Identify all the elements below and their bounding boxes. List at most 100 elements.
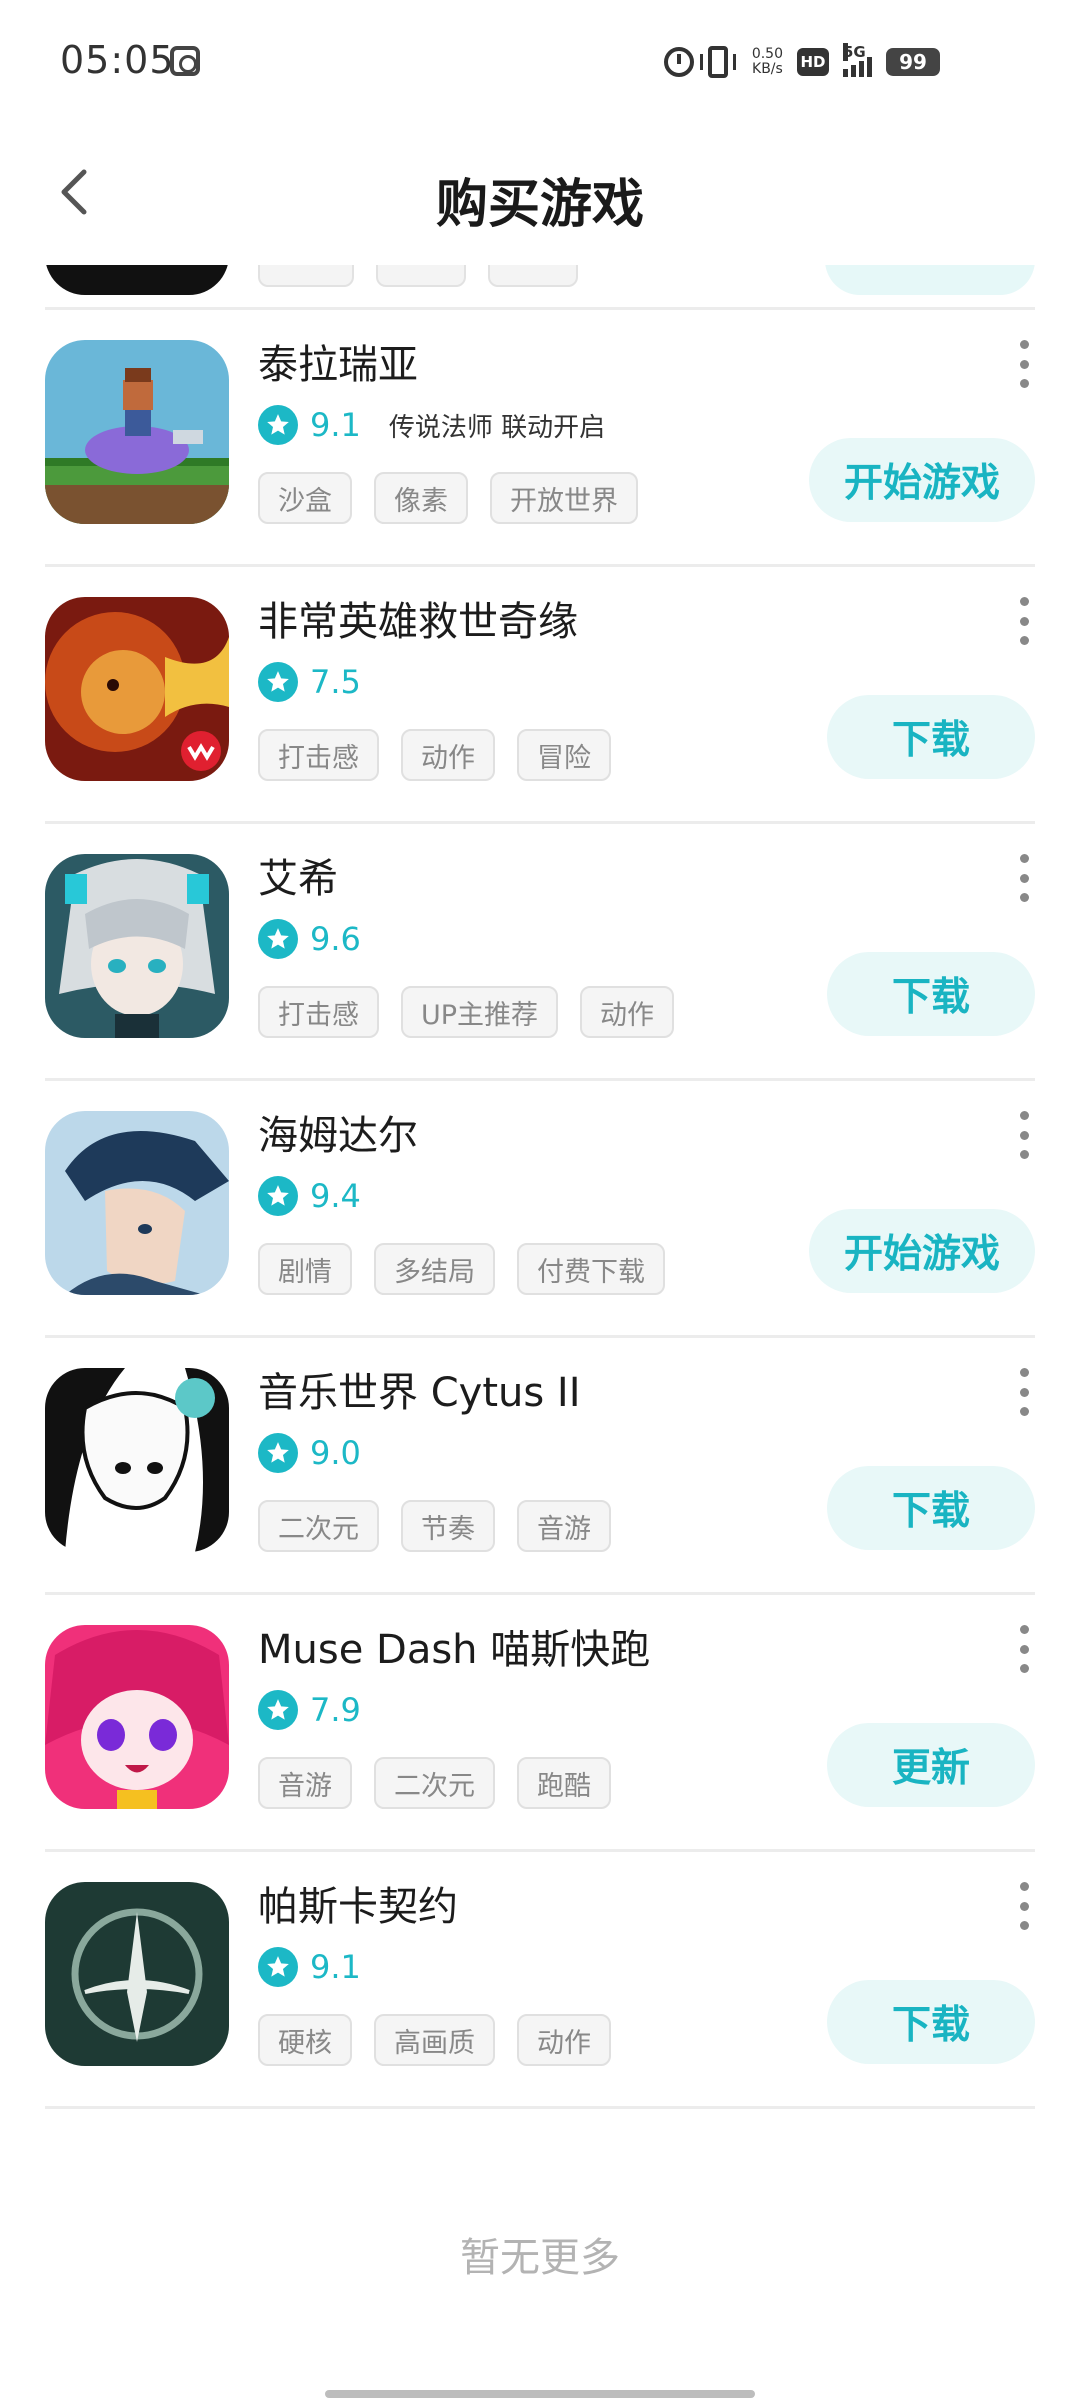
list-item[interactable]: 艾希 9.6 打击感 UP主推荐 动作 下载 bbox=[0, 824, 1080, 1078]
rating: 9.4 bbox=[258, 1174, 361, 1218]
rating: 9.1 传说法师 联动开启 bbox=[258, 403, 605, 447]
rating: 7.9 bbox=[258, 1688, 361, 1732]
tag-list: 打击感 动作 冒险 bbox=[258, 729, 611, 781]
network-speed-unit: KB/s bbox=[752, 61, 783, 77]
icey-icon[interactable] bbox=[45, 854, 229, 1038]
rating: 7.5 bbox=[258, 660, 361, 704]
download-button[interactable]: 下载 bbox=[827, 952, 1035, 1036]
tag-list: 沙盒 像素 开放世界 bbox=[258, 472, 638, 524]
download-button[interactable]: 下载 bbox=[827, 695, 1035, 779]
game-list[interactable]: 泰拉瑞亚 9.1 传说法师 联动开启 沙盒 像素 开放世界 开始游戏 非常英雄救… bbox=[0, 265, 1080, 2185]
tag[interactable]: 冒险 bbox=[517, 729, 611, 781]
list-item[interactable]: 海姆达尔 9.4 剧情 多结局 付费下载 开始游戏 bbox=[0, 1081, 1080, 1335]
more-options-icon[interactable] bbox=[1018, 1882, 1030, 1930]
no-more-text: 暂无更多 bbox=[460, 2235, 620, 2281]
rating-value: 7.5 bbox=[310, 663, 361, 701]
tag[interactable]: 打击感 bbox=[258, 729, 379, 781]
promo-text: 传说法师 联动开启 bbox=[388, 412, 606, 443]
tag[interactable]: 动作 bbox=[401, 729, 495, 781]
tag[interactable]: 剧情 bbox=[258, 1243, 352, 1295]
tag-list: 二次元 节奏 音游 bbox=[258, 1500, 611, 1552]
game-name: 帕斯卡契约 bbox=[258, 1884, 458, 1930]
terraria-icon[interactable] bbox=[45, 340, 229, 524]
tag[interactable]: 二次元 bbox=[258, 1500, 379, 1552]
tag[interactable]: 二次元 bbox=[374, 1757, 495, 1809]
partial-game-icon bbox=[45, 265, 229, 295]
monkey-king-icon[interactable] bbox=[45, 597, 229, 781]
rating-value: 9.6 bbox=[310, 920, 361, 958]
network-type: 5G bbox=[843, 43, 866, 61]
tag[interactable]: UP主推荐 bbox=[401, 986, 559, 1038]
rating-value: 9.4 bbox=[310, 1177, 361, 1215]
tag[interactable]: 打击感 bbox=[258, 986, 379, 1038]
heimdall-icon[interactable] bbox=[45, 1111, 229, 1295]
star-icon bbox=[258, 919, 298, 959]
play-game-button[interactable]: 开始游戏 bbox=[809, 438, 1035, 522]
game-name: 音乐世界 Cytus II bbox=[258, 1370, 581, 1416]
list-item[interactable]: 非常英雄救世奇缘 7.5 打击感 动作 冒险 下载 bbox=[0, 567, 1080, 821]
battery-icon: 99 bbox=[886, 48, 940, 76]
game-name: 非常英雄救世奇缘 bbox=[258, 599, 578, 645]
rating-value: 9.1 bbox=[310, 406, 361, 444]
list-item[interactable]: 泰拉瑞亚 9.1 传说法师 联动开启 沙盒 像素 开放世界 开始游戏 bbox=[0, 310, 1080, 564]
page-title: 购买游戏 bbox=[435, 175, 644, 235]
pascal-icon[interactable] bbox=[45, 1882, 229, 2066]
alarm-icon bbox=[663, 47, 694, 77]
more-options-icon[interactable] bbox=[1018, 597, 1030, 645]
tag[interactable]: 动作 bbox=[580, 986, 675, 1038]
star-icon bbox=[258, 405, 298, 445]
list-item[interactable]: 音乐世界 Cytus II 9.0 二次元 节奏 音游 下载 bbox=[0, 1338, 1080, 1592]
status-time: 05:05 bbox=[60, 38, 175, 82]
tag[interactable]: 跑酷 bbox=[517, 1757, 611, 1809]
rating: 9.0 bbox=[258, 1431, 361, 1475]
vibrate-icon bbox=[699, 46, 736, 78]
tag[interactable]: 音游 bbox=[258, 1757, 352, 1809]
star-icon bbox=[258, 662, 298, 702]
download-button[interactable]: 下载 bbox=[827, 1980, 1035, 2064]
list-item[interactable]: 帕斯卡契约 9.1 硬核 高画质 动作 下载 bbox=[0, 1852, 1080, 2106]
hd-badge: HD bbox=[797, 48, 829, 76]
partial-tag bbox=[488, 265, 578, 287]
tag[interactable]: 沙盒 bbox=[258, 472, 352, 524]
download-button[interactable]: 下载 bbox=[827, 1466, 1035, 1550]
rating-value: 9.1 bbox=[310, 1948, 361, 1986]
more-options-icon[interactable] bbox=[1018, 854, 1030, 902]
tag-list: 硬核 高画质 动作 bbox=[258, 2014, 611, 2066]
network-speed-value: 0.50 bbox=[751, 46, 783, 62]
tag-list: 打击感 UP主推荐 动作 bbox=[258, 986, 675, 1038]
tag-list: 音游 二次元 跑酷 bbox=[258, 1757, 611, 1809]
tag-list: 剧情 多结局 付费下载 bbox=[258, 1243, 665, 1295]
tag[interactable]: 节奏 bbox=[401, 1500, 495, 1552]
header: 购买游戏 bbox=[0, 120, 1080, 265]
play-game-button[interactable]: 开始游戏 bbox=[809, 1209, 1035, 1293]
more-options-icon[interactable] bbox=[1018, 1625, 1030, 1673]
tag[interactable]: 硬核 bbox=[258, 2014, 352, 2066]
cytus-icon[interactable] bbox=[45, 1368, 229, 1552]
tag[interactable]: 开放世界 bbox=[490, 472, 638, 524]
list-item[interactable]: Muse Dash 喵斯快跑 7.9 音游 二次元 跑酷 更新 bbox=[0, 1595, 1080, 1849]
more-options-icon[interactable] bbox=[1018, 340, 1030, 388]
tag[interactable]: 付费下载 bbox=[517, 1243, 665, 1295]
partial-tag bbox=[376, 265, 466, 287]
status-bar: 05:05 0.50 KB/s HD 5G 99 bbox=[0, 0, 1080, 120]
tag[interactable]: 音游 bbox=[517, 1500, 611, 1552]
rating: 9.6 bbox=[258, 917, 361, 961]
more-options-icon[interactable] bbox=[1018, 1111, 1030, 1159]
signal-icon: 5G bbox=[843, 43, 872, 77]
star-icon bbox=[258, 1433, 298, 1473]
tag[interactable]: 高画质 bbox=[374, 2014, 495, 2066]
divider bbox=[45, 2106, 1035, 2109]
home-indicator[interactable] bbox=[325, 2390, 755, 2398]
tag[interactable]: 多结局 bbox=[374, 1243, 495, 1295]
update-button[interactable]: 更新 bbox=[827, 1723, 1035, 1807]
game-name: 泰拉瑞亚 bbox=[258, 342, 418, 388]
gallery-notification-icon bbox=[170, 46, 200, 76]
tag[interactable]: 动作 bbox=[517, 2014, 611, 2066]
more-options-icon[interactable] bbox=[1018, 1368, 1030, 1416]
tag[interactable]: 像素 bbox=[374, 472, 468, 524]
status-indicators: 0.50 KB/s HD 5G 99 bbox=[663, 40, 940, 84]
rating: 9.1 bbox=[258, 1945, 361, 1989]
game-name: Muse Dash 喵斯快跑 bbox=[258, 1627, 651, 1673]
muse-dash-icon[interactable] bbox=[45, 1625, 229, 1809]
partial-tag bbox=[258, 265, 354, 287]
